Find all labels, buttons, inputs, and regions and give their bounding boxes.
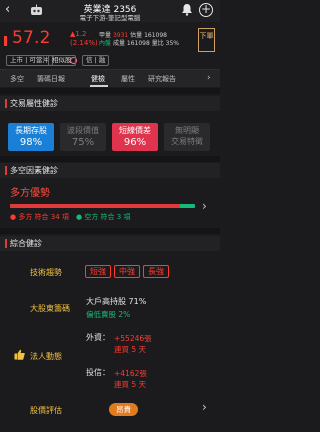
stat-value: 35% bbox=[165, 40, 179, 47]
section-title: 綜合健診 bbox=[10, 239, 42, 248]
add-watchlist-icon[interactable]: + bbox=[199, 3, 213, 17]
attribute-value: 75% bbox=[71, 137, 95, 148]
attribute-none[interactable]: 無明顯 交易特徵 bbox=[164, 123, 210, 151]
bullbear-section-header: 多空因素健診 bbox=[0, 163, 220, 178]
bull-count: ● 多方 符合 34 項 bbox=[10, 213, 69, 221]
attribute-swing[interactable]: 波段價值 75% bbox=[60, 123, 106, 151]
section-divider bbox=[0, 156, 220, 162]
holders-label: 大股東籌碼 bbox=[30, 304, 70, 313]
stat-value: 3931 bbox=[112, 32, 129, 39]
tab-attributes[interactable]: 屬性 bbox=[121, 74, 135, 84]
stat-label: 量比 bbox=[151, 40, 164, 47]
trust-value: +4162張 bbox=[114, 369, 147, 378]
trust-label: 投信： bbox=[86, 368, 110, 377]
stat-label: 內盤 bbox=[99, 40, 112, 47]
stat-value: 161098 bbox=[126, 40, 150, 47]
institution-label: 法人動態 bbox=[30, 352, 62, 361]
quote-stats: 甲量 3931 估量 161098 內盤 成量 161098 量比 35% bbox=[99, 32, 179, 48]
price-change: ▲1.2 (2.14%) bbox=[70, 30, 98, 48]
change-percent: (2.14%) bbox=[70, 39, 98, 47]
trend-label: 技術趨勢 bbox=[30, 268, 62, 277]
attribute-label: 無明顯 bbox=[175, 126, 199, 135]
foreign-label: 外資： bbox=[86, 333, 110, 342]
section-marker bbox=[5, 166, 7, 175]
holders-sell: 偏低賣股 2% bbox=[86, 310, 131, 319]
active-tab-indicator bbox=[90, 85, 108, 87]
section-title: 交易屬性健診 bbox=[10, 99, 58, 108]
health-section-header: 綜合健診 bbox=[0, 236, 220, 251]
attribute-short-term[interactable]: 短線價差 96% bbox=[112, 123, 158, 151]
foreign-value: +55246張 bbox=[114, 334, 152, 343]
trend-pill-long: 長強 bbox=[143, 265, 169, 278]
attribute-value: 98% bbox=[19, 137, 43, 148]
stat-label: 甲量 bbox=[99, 32, 112, 39]
stock-tags: 上市 | 可當沖 信 | 融 相似股 bbox=[0, 55, 220, 69]
tab-scroll-icon[interactable]: › bbox=[207, 73, 211, 83]
stat-label: 成量 bbox=[112, 40, 125, 47]
trend-pill-short: 短強 bbox=[85, 265, 111, 278]
tab-health[interactable]: 健檢 bbox=[91, 74, 105, 84]
bear-count: ● 空方 符合 3 項 bbox=[76, 213, 131, 221]
tab-research[interactable]: 研究報告 bbox=[148, 74, 176, 84]
tab-bar: 多空 籌碼日報 健檢 屬性 研究報告 › bbox=[0, 69, 220, 87]
attribute-label: 長期存股 bbox=[15, 126, 47, 135]
valuation-detail-chevron-icon[interactable]: › bbox=[202, 400, 207, 414]
section-marker bbox=[5, 99, 7, 108]
bull-ratio-fill bbox=[10, 204, 180, 208]
attributes-section-header: 交易屬性健診 bbox=[0, 96, 220, 111]
trust-streak: 連買 5 天 bbox=[114, 380, 147, 389]
current-price: 57.2 bbox=[12, 28, 51, 48]
quote-panel: 57.2 ▲1.2 (2.14%) 甲量 3931 估量 161098 內盤 成… bbox=[0, 22, 220, 56]
bullbear-ratio-bar bbox=[10, 204, 195, 208]
top-bar: ‹ 英業達 2356 電子下游-筆記型電腦 + bbox=[0, 0, 220, 22]
tab-bullbear[interactable]: 多空 bbox=[10, 74, 24, 84]
tab-chip-daily[interactable]: 籌碼日報 bbox=[37, 74, 65, 84]
section-divider bbox=[0, 88, 220, 94]
valuation-badge[interactable]: 昂貴 bbox=[109, 403, 138, 416]
margin-tag[interactable]: 信 | 融 bbox=[82, 55, 110, 66]
attribute-value: 交易特徵 bbox=[171, 137, 203, 146]
stat-value: 161098 bbox=[144, 32, 167, 39]
valuation-label: 股價評估 bbox=[30, 406, 62, 415]
section-title: 多空因素健診 bbox=[10, 166, 58, 175]
holders-stat: 大戶高持股 71% bbox=[86, 297, 147, 306]
attribute-label: 波段價值 bbox=[67, 126, 99, 135]
trend-pill-mid: 中強 bbox=[114, 265, 140, 278]
attribute-label: 短線價差 bbox=[119, 126, 151, 135]
attribute-value: 96% bbox=[123, 137, 147, 148]
thumbs-up-icon bbox=[14, 349, 25, 360]
order-button[interactable]: 下單 bbox=[198, 28, 215, 52]
price-marker bbox=[4, 36, 7, 46]
bullbear-detail-chevron-icon[interactable]: › bbox=[202, 199, 207, 213]
change-value: ▲1.2 bbox=[70, 30, 87, 38]
bell-icon[interactable] bbox=[181, 3, 193, 16]
similar-stocks-tag[interactable]: 相似股 bbox=[48, 55, 76, 66]
section-divider bbox=[0, 228, 220, 234]
market-tag[interactable]: 上市 | 可當沖 bbox=[6, 55, 53, 66]
stat-label: 估量 bbox=[130, 32, 143, 39]
section-marker bbox=[5, 239, 7, 248]
bullbear-verdict: 多方優勢 bbox=[10, 188, 50, 199]
attribute-long-term[interactable]: 長期存股 98% bbox=[8, 123, 54, 151]
foreign-streak: 連買 5 天 bbox=[114, 345, 147, 354]
